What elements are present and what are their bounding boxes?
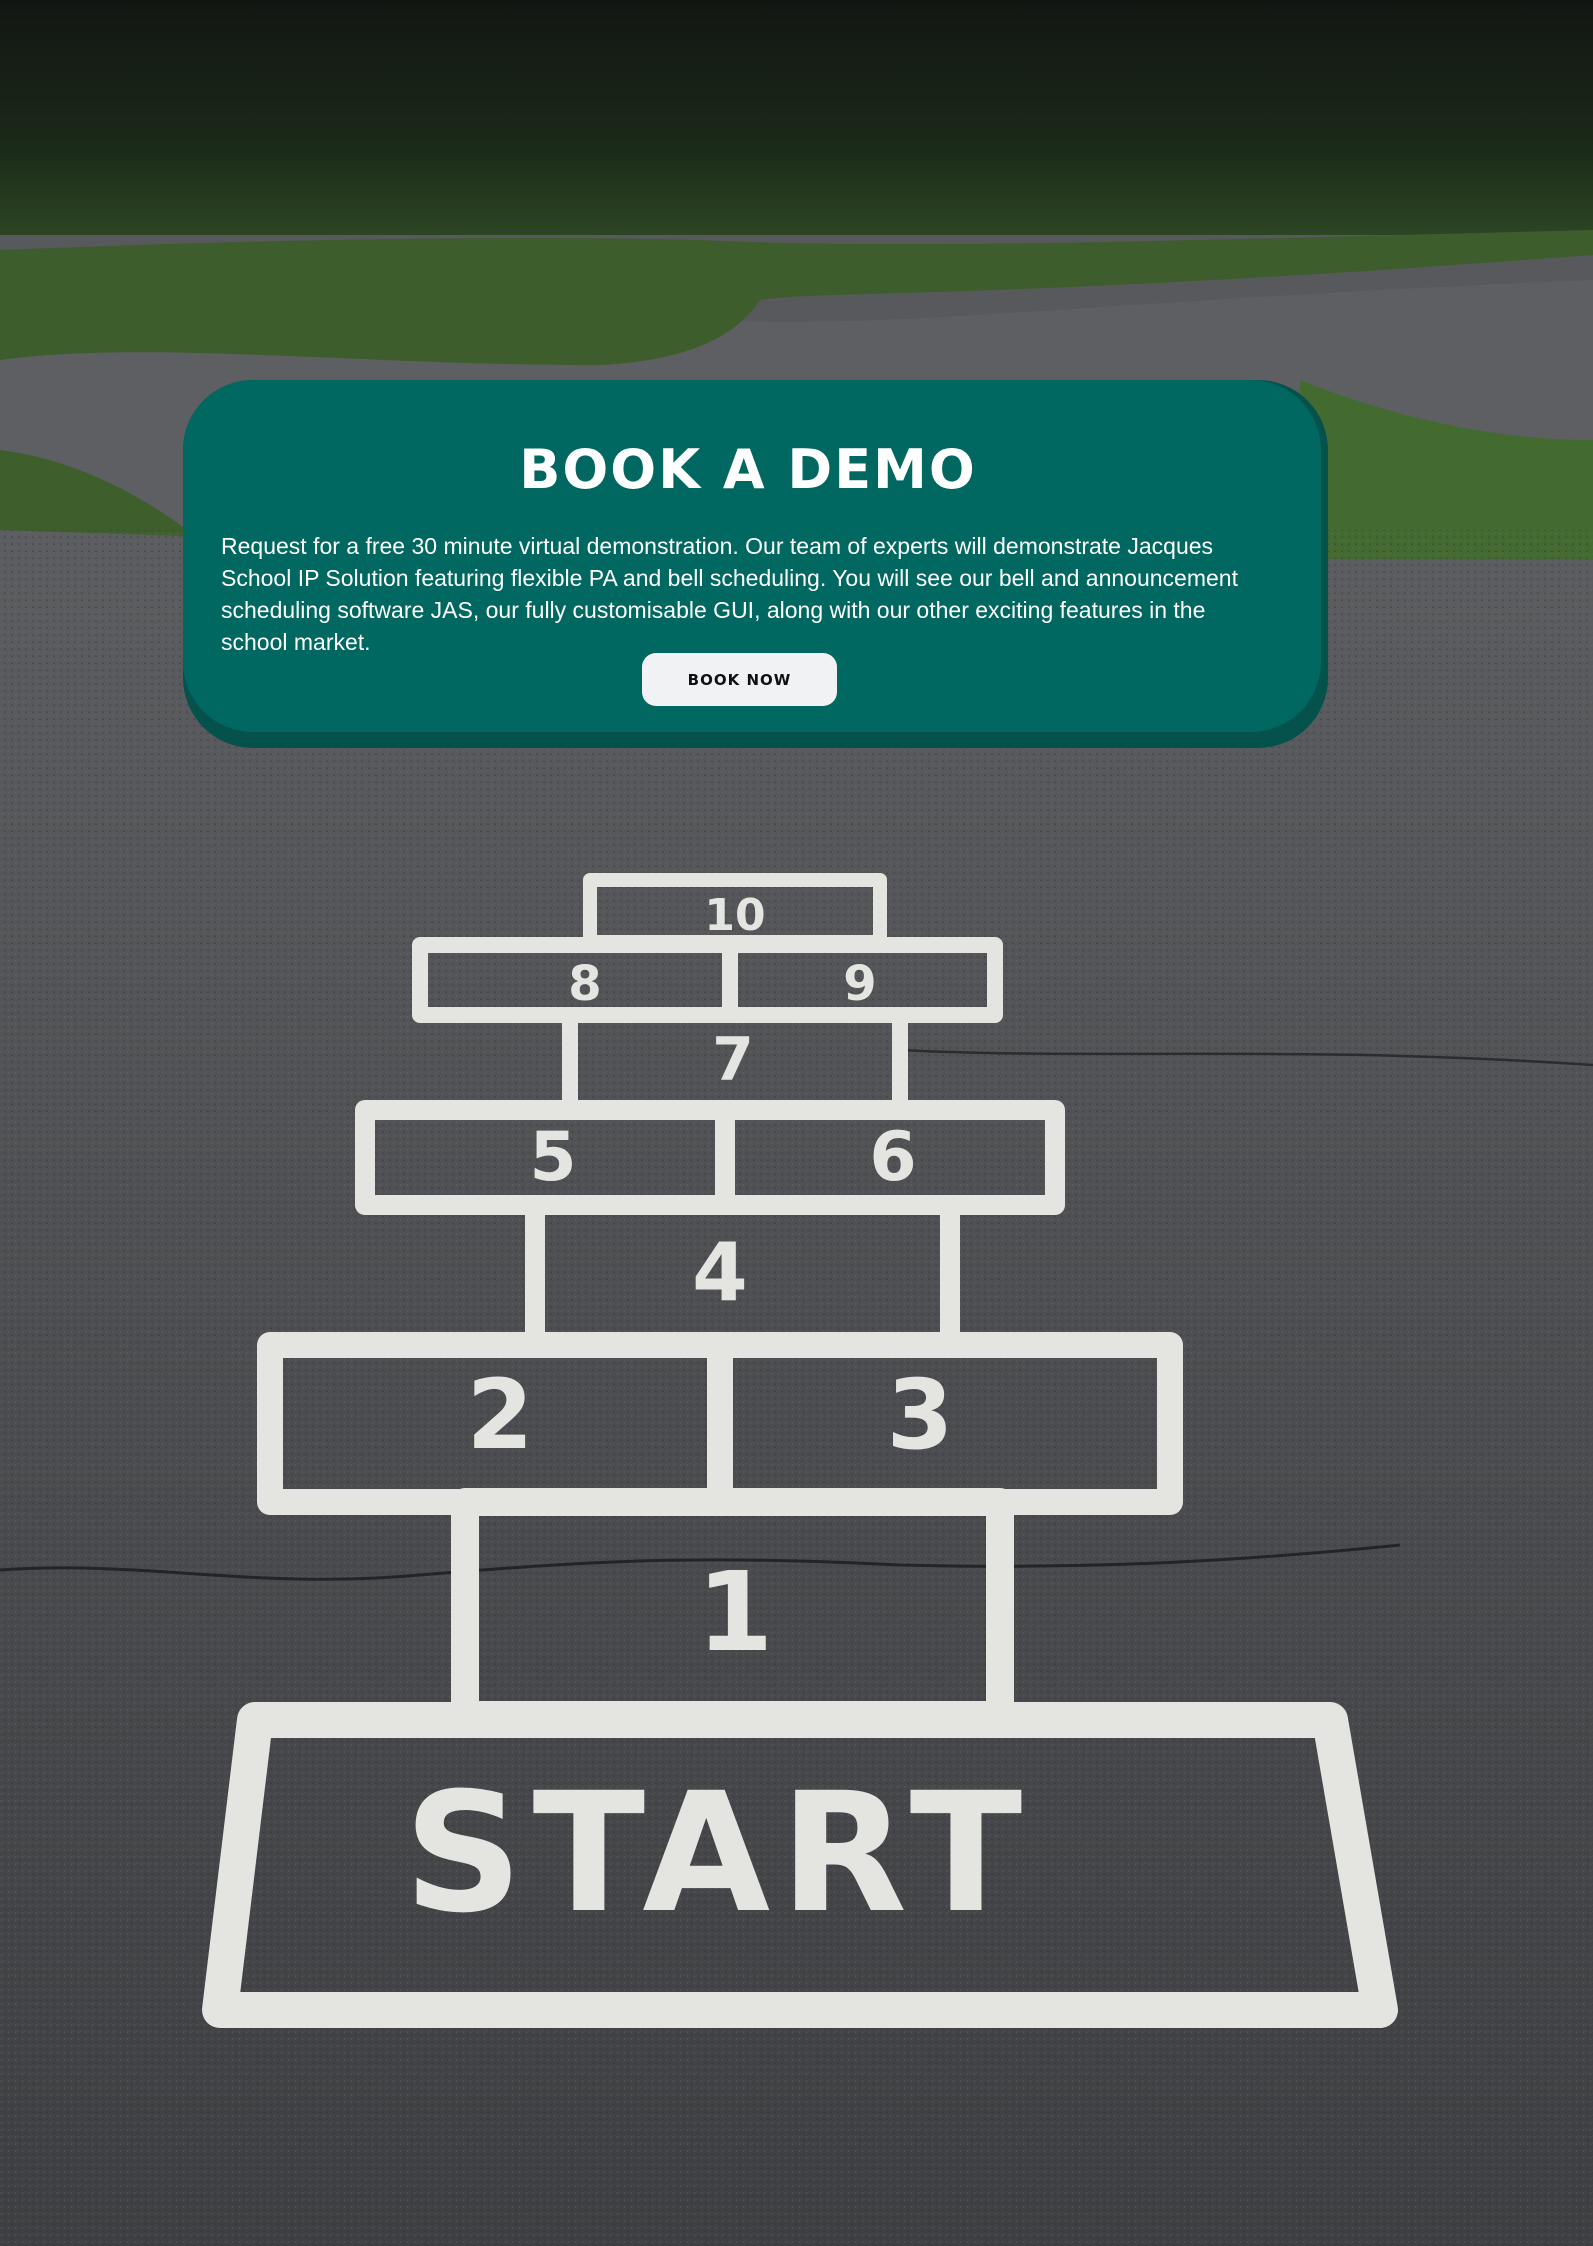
- svg-text:9: 9: [843, 956, 876, 1012]
- svg-text:10: 10: [704, 890, 765, 941]
- svg-text:2: 2: [467, 1359, 534, 1471]
- svg-text:3: 3: [887, 1359, 954, 1471]
- svg-text:START: START: [404, 1757, 1032, 1949]
- book-demo-description: Request for a free 30 minute virtual dem…: [221, 533, 1238, 655]
- hopscotch-background-photo: 10 8 9 7 5 6 4 2 3 1 START: [0, 0, 1593, 2246]
- svg-text:7: 7: [712, 1025, 754, 1095]
- svg-text:4: 4: [692, 1226, 748, 1319]
- book-demo-title: BOOK A DEMO: [519, 438, 977, 501]
- svg-text:6: 6: [869, 1118, 916, 1197]
- svg-text:5: 5: [529, 1118, 576, 1197]
- book-now-button[interactable]: BOOK NOW: [642, 653, 837, 706]
- svg-text:8: 8: [568, 956, 601, 1012]
- book-demo-card: BOOK A DEMO Request for a free 30 minute…: [183, 380, 1321, 732]
- page: 10 8 9 7 5 6 4 2 3 1 START BOOK A DEMO R…: [0, 0, 1593, 2246]
- svg-text:1: 1: [697, 1548, 774, 1676]
